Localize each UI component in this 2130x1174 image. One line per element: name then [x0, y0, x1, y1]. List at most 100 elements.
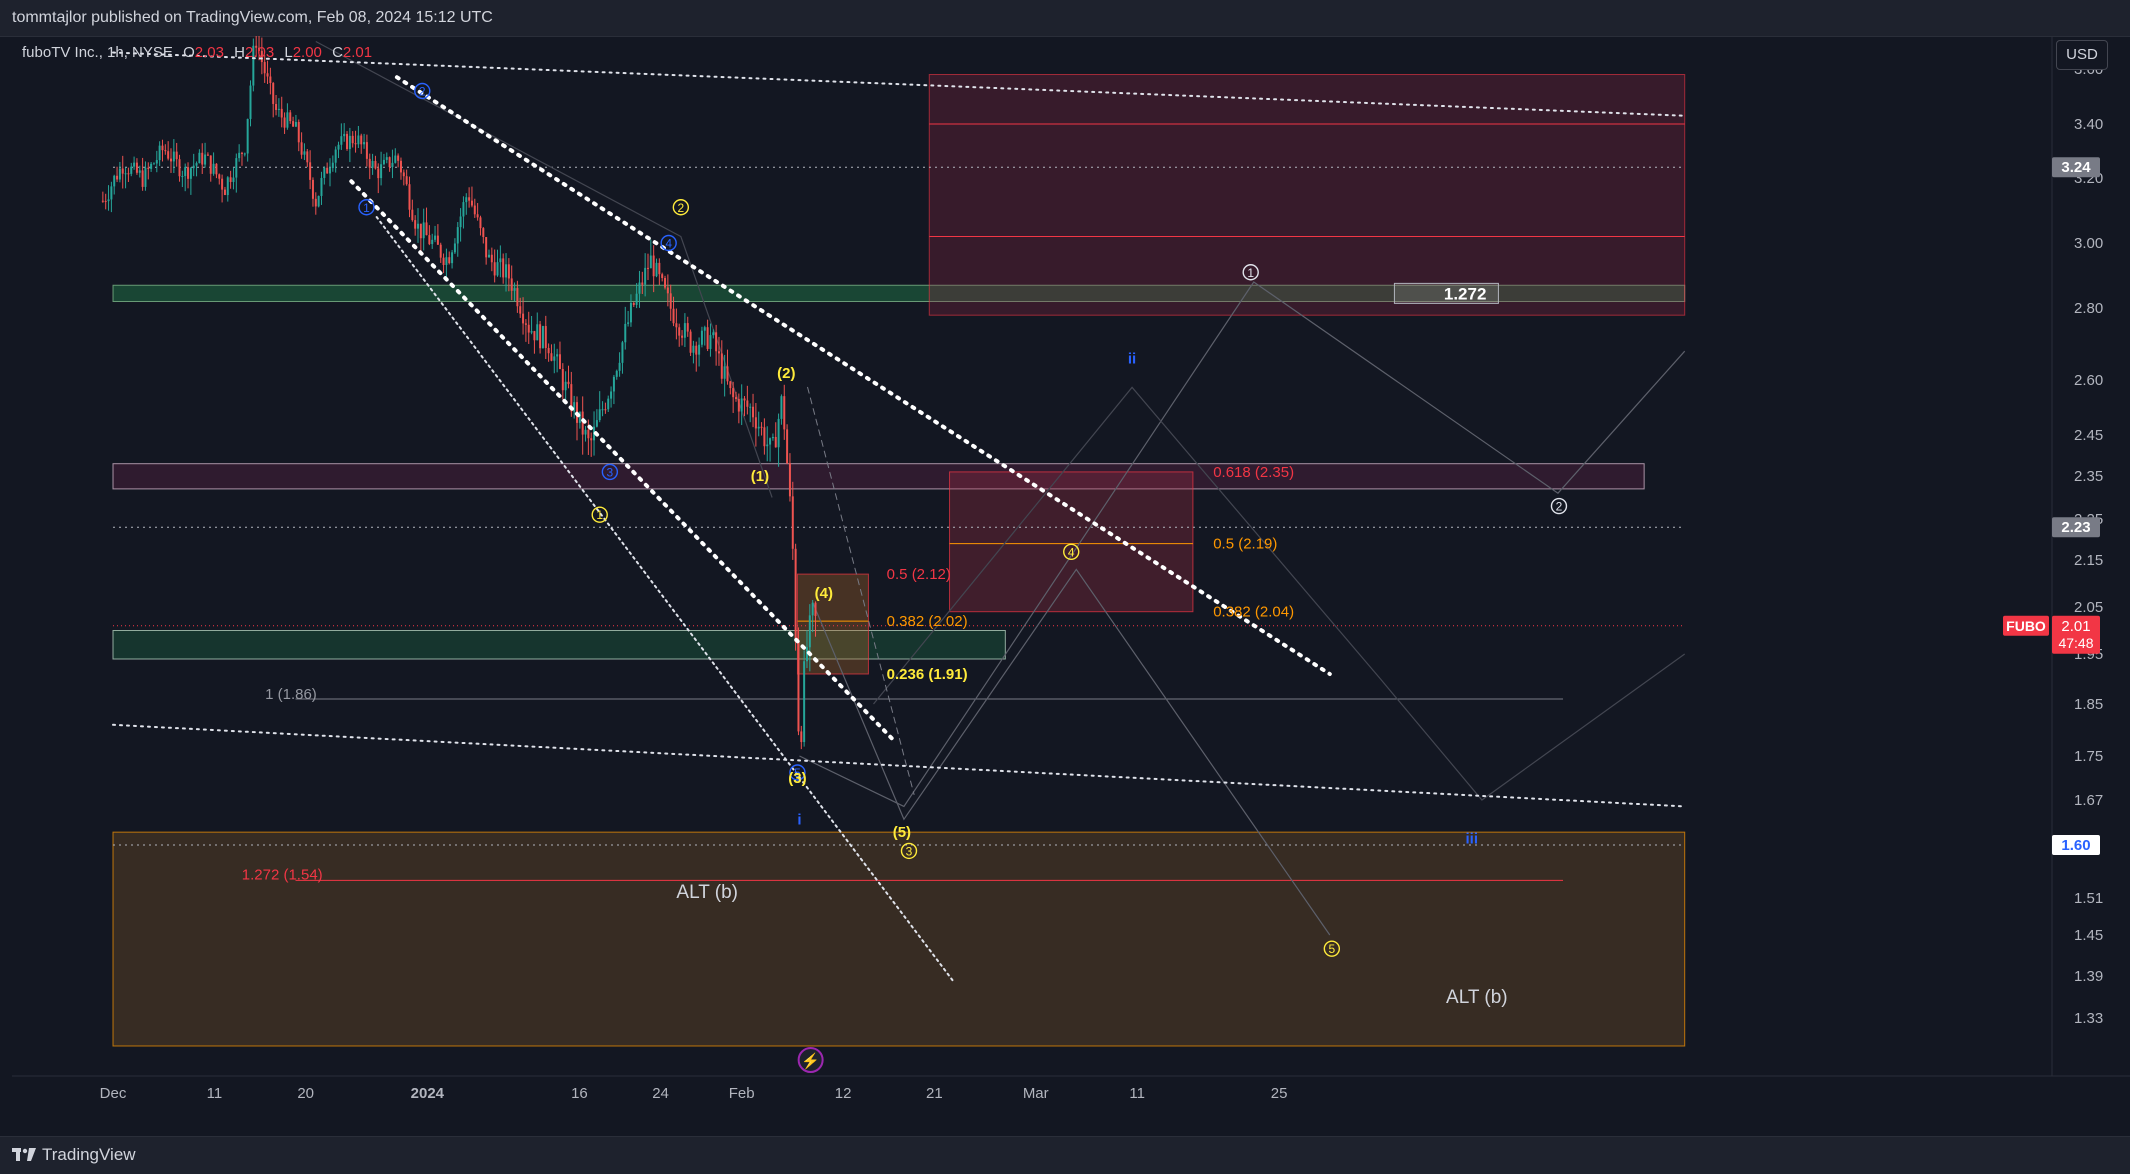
candle: [598, 391, 601, 423]
candle-body: [468, 197, 471, 201]
candle-body: [749, 406, 752, 408]
candle-body: [595, 420, 598, 427]
candle: [470, 186, 473, 208]
candle-body: [615, 370, 618, 377]
candle-body: [473, 205, 476, 215]
candle-body: [431, 239, 434, 245]
candle: [502, 253, 505, 284]
candle-body: [309, 162, 312, 180]
candle-body: [405, 176, 408, 185]
candle-body: [524, 323, 527, 325]
candle: [297, 119, 300, 152]
candle: [465, 193, 468, 215]
candle-body: [445, 257, 448, 266]
candle-body: [646, 267, 649, 269]
close-label: C: [332, 44, 343, 61]
candle: [700, 326, 703, 348]
price-tick: 1.75: [2074, 748, 2103, 765]
tradingview-logo-icon: [12, 1148, 36, 1161]
wave-label: 1: [591, 506, 608, 523]
candle: [692, 340, 695, 364]
wave-label: 2: [1550, 497, 1568, 515]
candle: [695, 341, 698, 372]
candle-body: [794, 548, 797, 642]
candle-body: [564, 381, 567, 391]
candle-body: [189, 168, 192, 179]
candle: [363, 133, 366, 149]
high-value: 2.03: [244, 44, 275, 61]
candle: [116, 166, 119, 183]
candle-body: [544, 326, 547, 349]
candle: [206, 152, 209, 157]
candle-body: [110, 186, 113, 200]
time-axis: Dec 11 20 2024 16 24 Feb 12 21 Mar 11 25: [100, 1085, 1288, 1102]
candle-body: [652, 255, 655, 277]
candle: [706, 319, 709, 352]
candle: [561, 363, 564, 400]
candle: [218, 173, 221, 185]
candle-body: [317, 195, 320, 207]
candle-body: [104, 200, 107, 202]
candle-body: [192, 165, 195, 169]
candle: [553, 343, 556, 374]
fib-level-label: 1.272 (1.54): [242, 866, 323, 883]
candle-body: [343, 133, 346, 137]
candle: [195, 161, 198, 177]
price-chart[interactable]: 0.618 (2.35) 0.5 (2.19) 0.382 (2.04) 0.5 (2…: [0, 36, 2130, 1136]
candle-body: [439, 244, 442, 258]
candle: [337, 141, 340, 159]
candle: [107, 185, 110, 211]
currency-button[interactable]: USD: [2056, 40, 2108, 70]
candle-body: [720, 353, 723, 379]
candle: [621, 340, 624, 374]
candle: [746, 385, 749, 415]
candle: [238, 144, 241, 162]
candle: [187, 162, 190, 189]
candle: [209, 155, 212, 182]
event-icon[interactable]: ⚡: [797, 1047, 824, 1073]
candle: [405, 169, 408, 186]
candle: [377, 163, 380, 194]
candle-body: [414, 220, 417, 229]
candle: [754, 403, 757, 447]
candle-body: [113, 175, 116, 187]
candle: [681, 330, 684, 346]
candle: [411, 199, 414, 222]
lightning-icon: ⚡: [801, 1052, 820, 1070]
candle: [607, 395, 610, 412]
candle-body: [198, 152, 201, 164]
candle-body: [470, 200, 473, 206]
candle: [402, 169, 405, 186]
candle: [783, 384, 786, 440]
candle-body: [550, 353, 553, 361]
wave-label: (1): [751, 468, 769, 485]
candle: [351, 131, 354, 148]
price-badge: 2.23: [2052, 517, 2100, 538]
candle-body: [737, 398, 740, 412]
candle: [493, 249, 496, 283]
price-badge-text: 3.24: [2061, 159, 2091, 176]
candle: [266, 60, 269, 84]
candle-body: [161, 145, 164, 151]
wave-number: 1: [596, 508, 603, 522]
candle: [658, 258, 661, 285]
candle-body: [380, 164, 383, 179]
candle: [147, 162, 150, 180]
candle: [649, 239, 652, 269]
candle-body: [757, 426, 760, 429]
candle: [348, 127, 351, 163]
candle-body: [587, 429, 590, 439]
candle: [133, 156, 136, 170]
candle: [303, 143, 306, 161]
tradingview-brand[interactable]: TradingView: [12, 1145, 136, 1165]
candle-body: [397, 155, 400, 161]
price-tick: 1.33: [2074, 1010, 2103, 1027]
candle-body: [116, 175, 119, 180]
candle: [485, 237, 488, 265]
brand-name: TradingView: [42, 1145, 136, 1164]
candle-body: [567, 381, 570, 385]
time-tick: 20: [297, 1085, 314, 1102]
candle: [368, 153, 371, 180]
candle-body: [681, 335, 684, 338]
candle-body: [178, 159, 181, 177]
